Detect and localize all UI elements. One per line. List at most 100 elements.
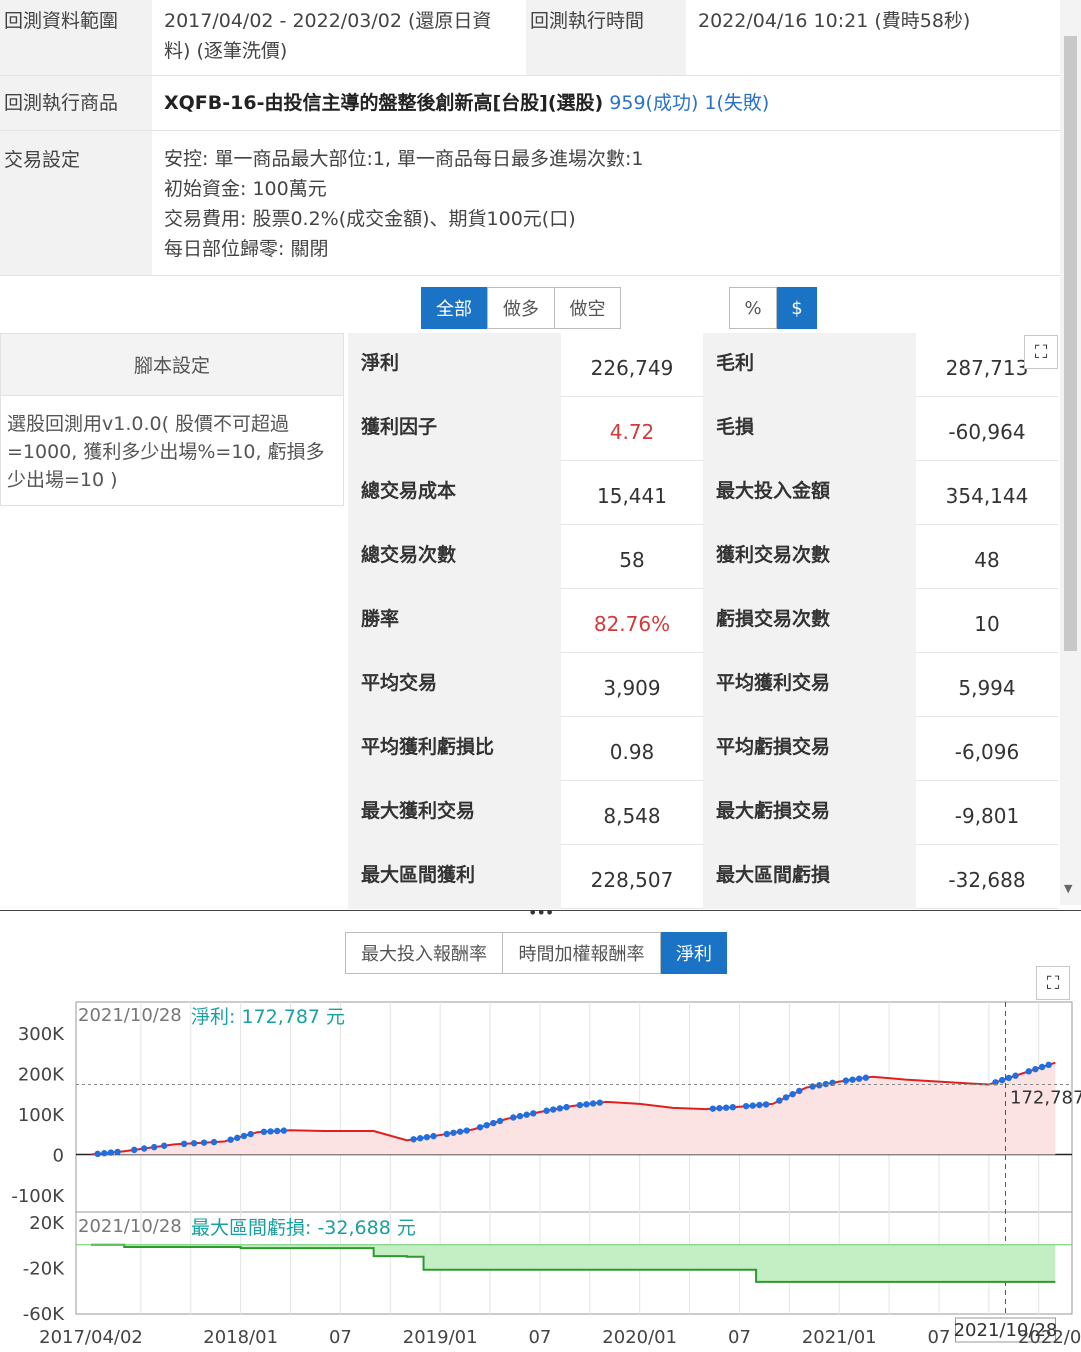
trade-marker xyxy=(476,1124,484,1131)
trade-marker xyxy=(583,1101,590,1108)
range-value-line2: 料) (逐筆洗價) xyxy=(164,40,288,62)
trade-marker xyxy=(855,1075,863,1082)
tab-net-profit[interactable]: 淨利 xyxy=(661,932,727,974)
stat-value: 354,144 xyxy=(945,484,1029,508)
y-tick-label: -100K xyxy=(11,1186,65,1207)
stat-value: 48 xyxy=(974,548,1000,572)
vertical-scrollbar[interactable]: ▼ xyxy=(1060,0,1081,905)
stat-label: 平均獲利虧損比 xyxy=(348,717,561,781)
script-header: 腳本設定 xyxy=(0,333,344,396)
trade-marker xyxy=(490,1119,497,1127)
product-success-link[interactable]: 959(成功) xyxy=(609,92,698,114)
trade-line: 安控: 單一商品最大部位:1, 單一商品每日最多進場次數:1 xyxy=(164,148,644,170)
chart-tabs: 最大投入報酬率 時間加權報酬率 淨利 xyxy=(345,932,727,974)
stat-value: 58 xyxy=(619,548,645,572)
x-tick-label: 07 xyxy=(329,1327,352,1348)
trade-marker xyxy=(576,1101,584,1109)
stat-label: 毛利 xyxy=(703,333,916,397)
trade-marker xyxy=(749,1102,756,1109)
scrollbar-thumb[interactable] xyxy=(1064,36,1077,651)
stat-value: -60,964 xyxy=(948,420,1026,444)
stats-row: 最大獲利交易 8,548 最大虧損交易 -9,801 xyxy=(348,781,1058,845)
trade-marker xyxy=(234,1134,241,1142)
trade-marker xyxy=(267,1128,274,1135)
trade-marker xyxy=(274,1127,281,1135)
trade-marker xyxy=(430,1132,437,1140)
stats-row: 平均交易 3,909 平均獲利交易 5,994 xyxy=(348,653,1058,717)
splitter-handle-icon[interactable]: ••• xyxy=(528,905,554,921)
trade-marker xyxy=(722,1104,730,1111)
trade-marker xyxy=(550,1106,557,1113)
y-tick-label: -60K xyxy=(23,1304,65,1325)
stat-label: 最大投入金額 xyxy=(703,461,916,525)
tab-percent[interactable]: % xyxy=(729,287,777,329)
trade-marker xyxy=(516,1112,524,1120)
trade-marker xyxy=(849,1076,856,1083)
trade-marker xyxy=(589,1100,597,1107)
product-value: XQFB-16-由投信主導的盤整後創新高[台股](選股) 959(成功) 1(失… xyxy=(152,76,781,130)
trade-marker xyxy=(862,1074,870,1081)
product-fail-link[interactable]: 1(失敗) xyxy=(704,92,769,114)
tab-max-invest-return[interactable]: 最大投入報酬率 xyxy=(345,932,503,974)
expand-stats-icon[interactable]: ⛶ xyxy=(1024,335,1058,369)
y-tick-label: 200K xyxy=(18,1065,65,1086)
trade-marker xyxy=(816,1082,823,1089)
stats-row: 總交易成本 15,441 最大投入金額 354,144 xyxy=(348,461,1058,525)
tab-dollar[interactable]: $ xyxy=(777,287,817,329)
x-tick-label: 07 xyxy=(928,1327,951,1348)
stat-value: 0.98 xyxy=(609,740,655,764)
tab-time-weighted-return[interactable]: 時間加權報酬率 xyxy=(503,932,661,974)
trade-marker xyxy=(114,1148,121,1156)
stats-row: 平均獲利虧損比 0.98 平均虧損交易 -6,096 xyxy=(348,717,1058,781)
trade-marker xyxy=(1005,1074,1013,1082)
trade-marker xyxy=(450,1129,457,1136)
trade-marker xyxy=(483,1121,490,1129)
trade-marker xyxy=(709,1105,717,1112)
trade-marker xyxy=(1045,1061,1052,1069)
stat-label: 平均虧損交易 xyxy=(703,717,916,781)
tab-long[interactable]: 做多 xyxy=(487,287,555,329)
x-tick-label: 2022/01 xyxy=(1018,1327,1081,1348)
trade-marker xyxy=(1012,1072,1019,1079)
cursor-value-label: 172,787 xyxy=(1010,1088,1081,1109)
trade-marker xyxy=(523,1111,530,1118)
stat-value: 8,548 xyxy=(603,804,661,828)
stats-row: 最大區間獲利 228,507 最大區間虧損 -32,688 xyxy=(348,845,1058,909)
y-tick-label: 300K xyxy=(18,1024,65,1045)
range-label: 回測資料範圍 xyxy=(0,0,152,75)
net-profit-chart[interactable]: 300K 200K 100K 0 -100K 20K -20K -60K2017/04/02 2… xyxy=(0,1000,1081,1352)
stats-row: 獲利因子 4.72 毛損 -60,964 xyxy=(348,397,1058,461)
tab-short[interactable]: 做空 xyxy=(555,287,621,329)
tab-all[interactable]: 全部 xyxy=(421,287,487,329)
trade-marker xyxy=(998,1076,1006,1084)
stat-label: 平均獲利交易 xyxy=(703,653,916,717)
scroll-down-icon[interactable]: ▼ xyxy=(1064,882,1072,895)
trade-line: 交易費用: 股票0.2%(成交金額)、期貨100元(口) xyxy=(164,208,576,230)
expand-chart-icon[interactable]: ⛶ xyxy=(1036,966,1070,1000)
trade-line: 每日部位歸零: 關閉 xyxy=(164,238,329,260)
stat-label: 淨利 xyxy=(348,333,561,397)
trade-marker xyxy=(530,1110,537,1117)
trade-marker xyxy=(1038,1063,1046,1071)
trade-marker xyxy=(762,1101,770,1108)
stat-label: 勝率 xyxy=(348,589,561,653)
info-row-trade: 交易設定 安控: 單一商品最大部位:1, 單一商品每日最多進場次數:1 初始資金… xyxy=(0,131,1060,276)
dd-cursor-date: 2021/10/28 xyxy=(78,1216,182,1237)
stat-label: 最大獲利交易 xyxy=(348,781,561,845)
x-tick-label: 07 xyxy=(728,1327,751,1348)
trade-marker xyxy=(180,1140,188,1148)
product-name: XQFB-16-由投信主導的盤整後創新高[台股](選股) xyxy=(164,92,604,114)
x-tick-label: 07 xyxy=(528,1327,551,1348)
trade-marker xyxy=(543,1107,550,1114)
stat-label: 獲利交易次數 xyxy=(703,525,916,589)
trade-settings: 安控: 單一商品最大部位:1, 單一商品每日最多進場次數:1 初始資金: 100… xyxy=(152,131,656,275)
trade-marker xyxy=(94,1150,101,1158)
stats-row: 淨利 226,749 毛利 287,713 xyxy=(348,333,1058,397)
stat-label: 總交易成本 xyxy=(348,461,561,525)
profit-cursor-label: 淨利: 172,787 元 xyxy=(191,1006,345,1028)
trade-marker xyxy=(280,1127,288,1134)
unit-toggle: % $ xyxy=(729,287,817,329)
exec-time-label: 回測執行時間 xyxy=(526,0,686,75)
y-tick-label: -20K xyxy=(23,1259,65,1280)
trade-marker xyxy=(200,1139,208,1146)
